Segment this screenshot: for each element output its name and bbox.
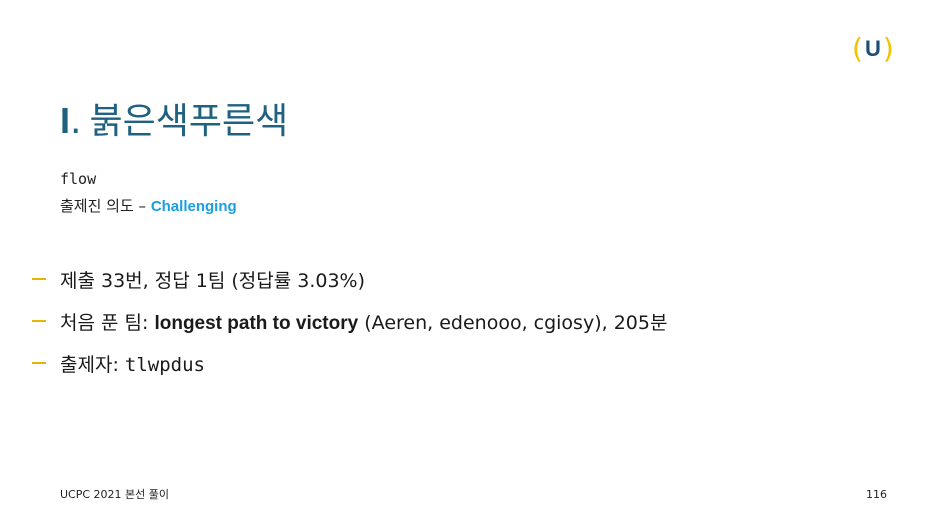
first-solve-label: 처음 푼 팀:	[60, 311, 155, 334]
logo-right-paren: )	[882, 32, 894, 65]
first-solve-team: longest path to victory	[154, 312, 359, 334]
bullet-dash-icon	[32, 278, 46, 280]
slide-title: I . 붉은색푸른색	[60, 92, 288, 148]
ucpc-logo: ( U )	[852, 32, 896, 66]
title-dot: .	[70, 101, 82, 142]
slide-subtitle: flow 출제진 의도 – Challenging	[60, 166, 237, 220]
author-label: 출제자:	[60, 353, 125, 376]
bullet-dash-icon	[32, 362, 46, 364]
page-number: 116	[866, 488, 887, 501]
title-number: I	[60, 100, 71, 141]
bullet-item-stats: 제출 33번, 정답 1팀 (정답률 3.03%)	[32, 258, 667, 300]
bullet-list: 제출 33번, 정답 1팀 (정답률 3.03%) 처음 푼 팀: longes…	[32, 258, 667, 384]
subtitle-problem-id: flow	[60, 170, 97, 188]
author-handle: tlwpdus	[124, 353, 205, 376]
subtitle-intent-label: 출제진 의도 –	[60, 197, 151, 215]
bullet-text: 출제자: tlwpdus	[60, 350, 205, 377]
logo-left-paren: (	[852, 32, 863, 65]
bullet-text: 처음 푼 팀: longest path to victory (Aeren, …	[60, 308, 667, 335]
bullet-item-first-solve: 처음 푼 팀: longest path to victory (Aeren, …	[32, 300, 667, 342]
bullet-item-author: 출제자: tlwpdus	[32, 342, 667, 384]
bullet-dash-icon	[32, 320, 46, 322]
difficulty-label: Challenging	[150, 198, 237, 215]
title-text: 붉은색푸른색	[89, 101, 289, 142]
subtitle-intent: 출제진 의도 – Challenging	[60, 193, 237, 220]
first-solve-details: (Aeren, edenooo, cgiosy), 205분	[358, 311, 668, 334]
bullet-text: 제출 33번, 정답 1팀 (정답률 3.03%)	[60, 269, 366, 292]
footer-event: UCPC 2021 본선 풀이	[60, 488, 170, 501]
logo-letter: U	[864, 36, 881, 61]
